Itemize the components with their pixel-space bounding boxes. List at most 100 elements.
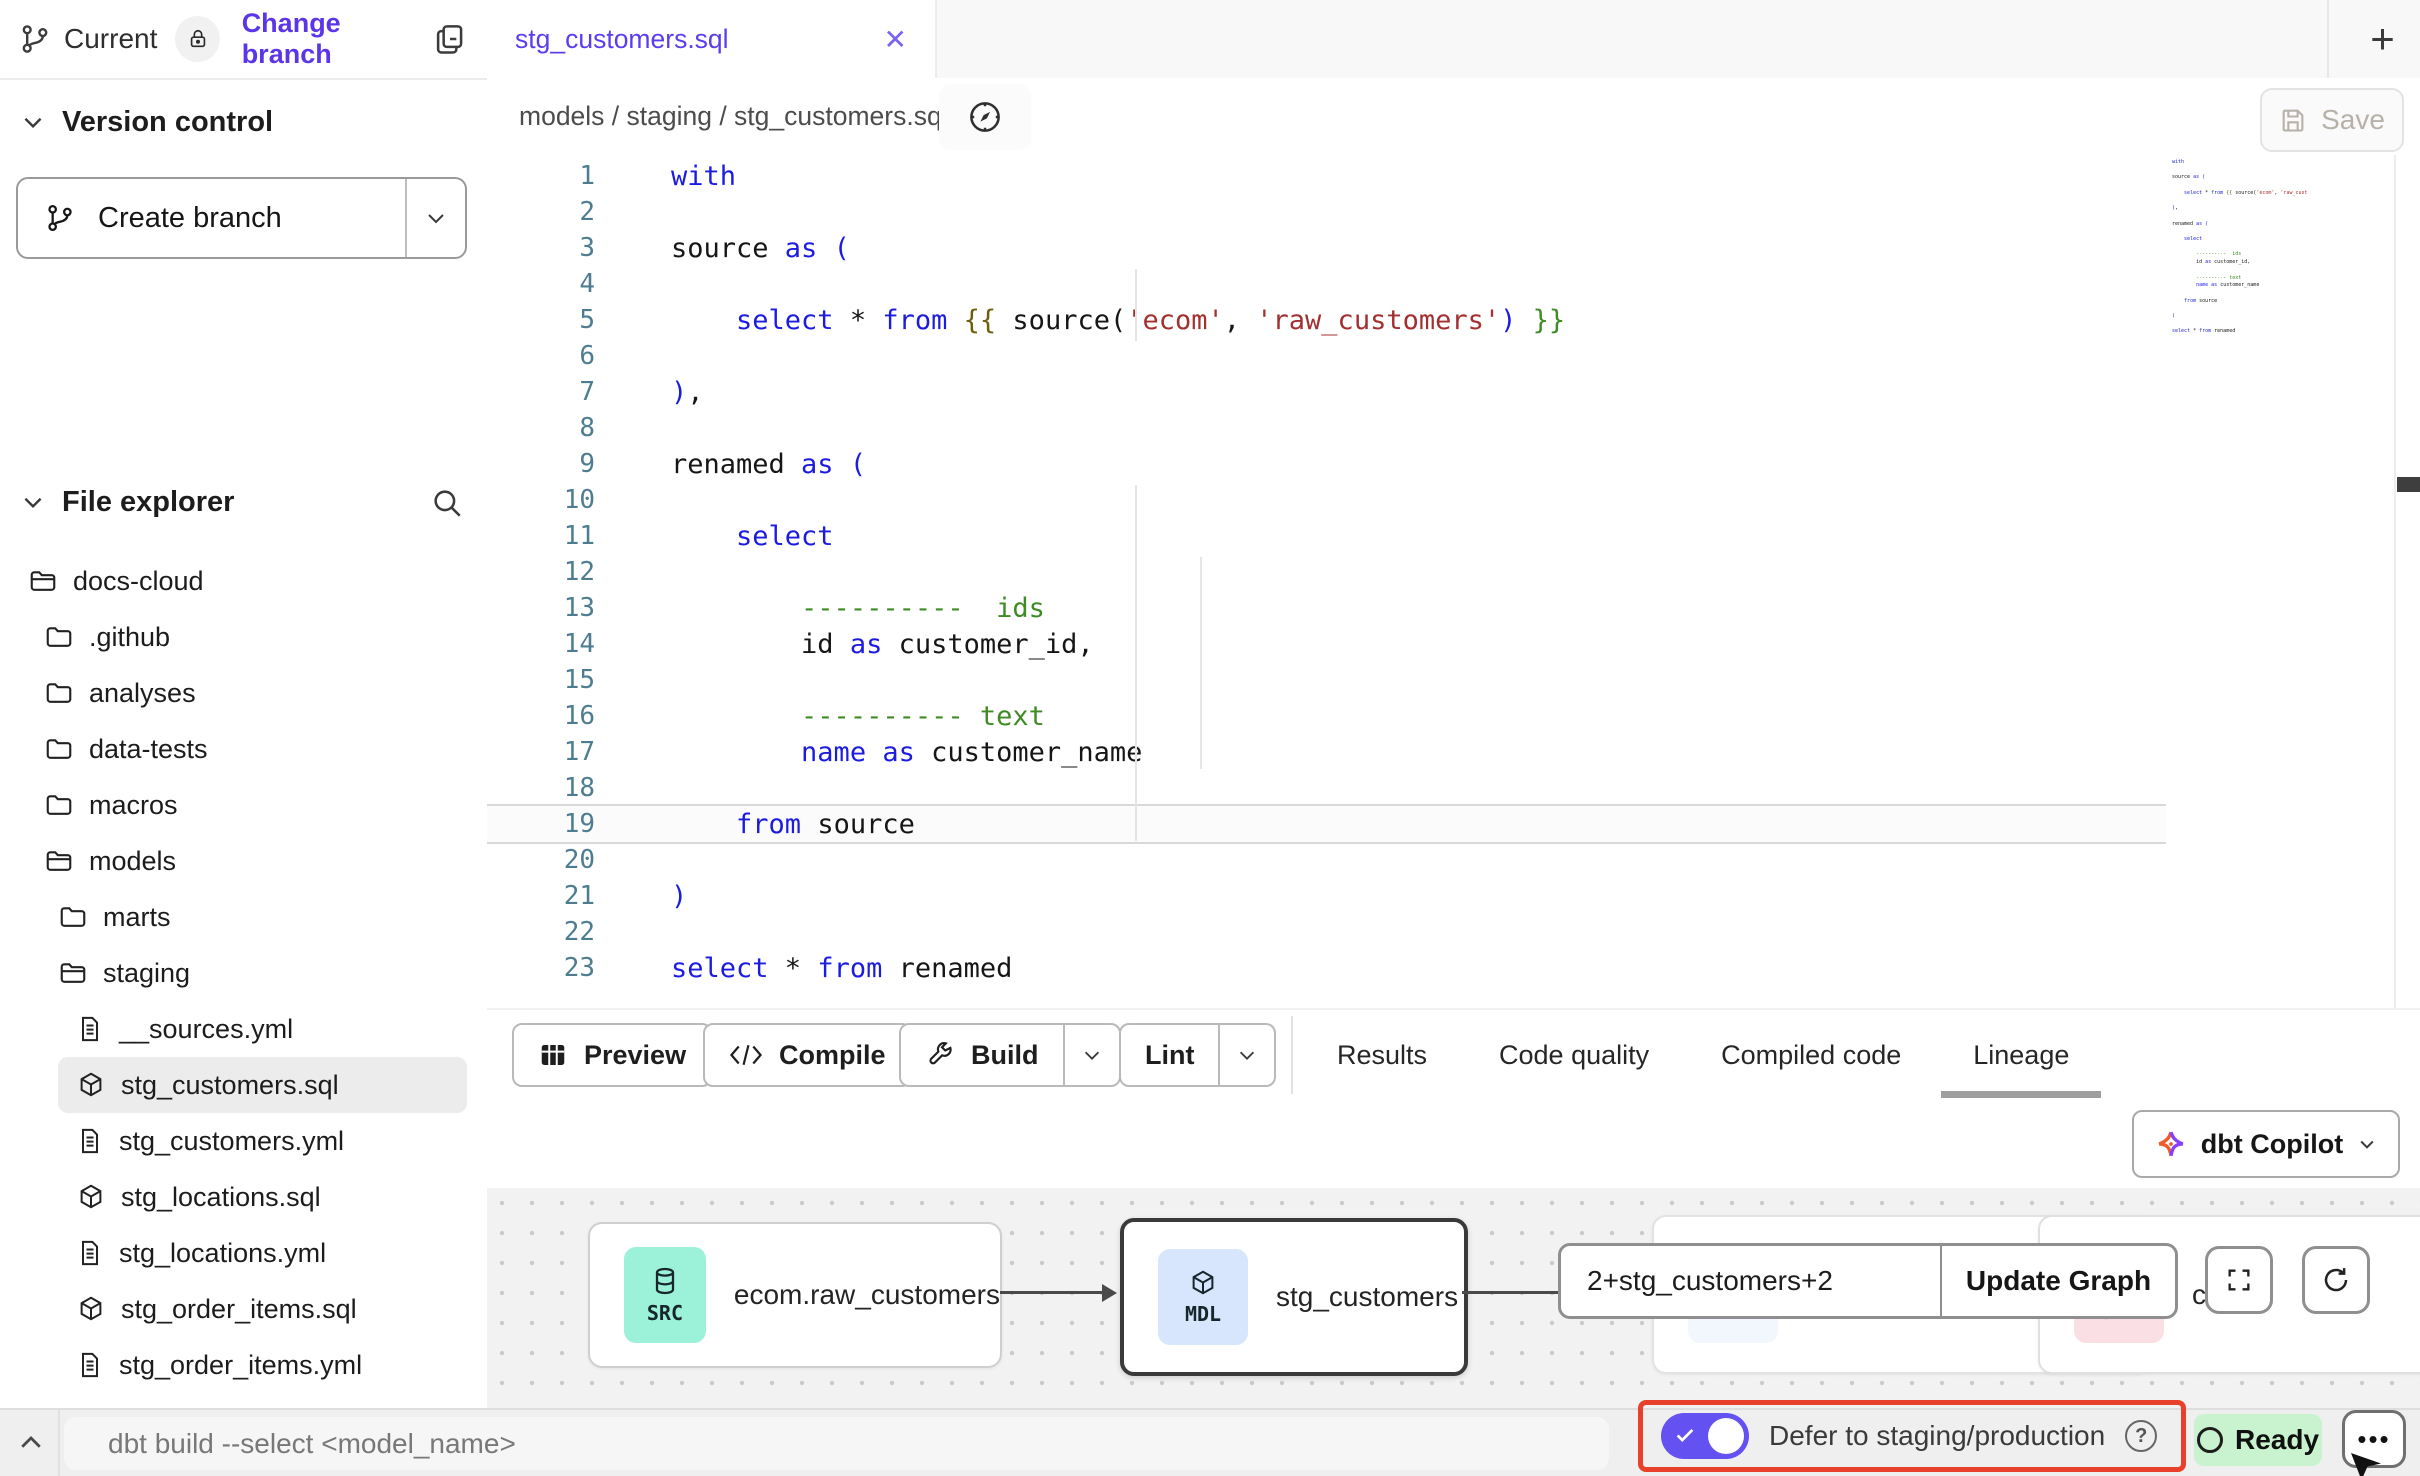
check-icon	[1674, 1424, 1696, 1446]
wrench-icon	[925, 1040, 955, 1070]
tab-code-quality[interactable]: Code quality	[1499, 1040, 1649, 1071]
dbt-copilot-label: dbt Copilot	[2201, 1129, 2343, 1160]
file-icon	[76, 1351, 104, 1379]
code-line-5[interactable]: 5 select * from {{ source('ecom', 'raw_c…	[487, 302, 2166, 338]
code-line-8[interactable]: 8	[487, 410, 2166, 446]
code-text: ),	[621, 377, 704, 408]
file-explorer-item-analyses[interactable]: analyses	[0, 665, 487, 721]
file-explorer-item-stg-locations-yml[interactable]: stg_locations.yml	[0, 1225, 487, 1281]
line-number: 8	[487, 413, 621, 443]
file-explorer-item--github[interactable]: .github	[0, 609, 487, 665]
minimap[interactable]: with source as ( select * from {{ source…	[2172, 159, 2307, 369]
file-explorer-item-macros[interactable]: macros	[0, 777, 487, 833]
code-line-10[interactable]: 10	[487, 482, 2166, 518]
create-branch-dropdown[interactable]	[405, 179, 465, 257]
file-label: stg_locations.sql	[121, 1182, 321, 1213]
fullscreen-icon	[2225, 1266, 2253, 1294]
search-icon[interactable]	[430, 486, 464, 520]
code-line-12[interactable]: 12	[487, 554, 2166, 590]
create-branch-main[interactable]: Create branch	[18, 202, 405, 235]
node-label: ecom.raw_customers	[734, 1279, 1000, 1311]
chevron-down-icon	[20, 489, 46, 515]
code-editor[interactable]: 1with23source as (45 select * from {{ so…	[487, 155, 2420, 1008]
code-line-13[interactable]: 13 ---------- ids	[487, 590, 2166, 626]
code-line-23[interactable]: 23select * from renamed	[487, 950, 2166, 986]
code-line-7[interactable]: 7),	[487, 374, 2166, 410]
code-line-9[interactable]: 9renamed as (	[487, 446, 2166, 482]
lint-dropdown[interactable]	[1218, 1025, 1274, 1085]
build-dropdown[interactable]	[1063, 1025, 1119, 1085]
code-line-4[interactable]: 4	[487, 266, 2166, 302]
scrollbar-thumb[interactable]	[2397, 477, 2420, 492]
line-number: 6	[487, 341, 621, 371]
code-text: select * from renamed	[621, 953, 1012, 984]
code-line-6[interactable]: 6	[487, 338, 2166, 374]
preview-button[interactable]: Preview	[512, 1023, 712, 1087]
code-line-20[interactable]: 20	[487, 842, 2166, 878]
minimap-line: ---------- ids	[2172, 251, 2307, 259]
line-number: 10	[487, 485, 621, 515]
code-line-22[interactable]: 22	[487, 914, 2166, 950]
build-button[interactable]: Build	[899, 1023, 1121, 1087]
file-explorer-item-stg-locations-sql[interactable]: stg_locations.sql	[0, 1169, 487, 1225]
line-number: 2	[487, 197, 621, 227]
create-branch-button[interactable]: Create branch	[16, 177, 467, 259]
tab-results[interactable]: Results	[1337, 1040, 1427, 1071]
line-number: 16	[487, 701, 621, 731]
change-branch-link[interactable]: Change branch	[242, 8, 431, 70]
file-explorer-item-models[interactable]: models	[0, 833, 487, 889]
code-line-14[interactable]: 14 id as customer_id,	[487, 626, 2166, 662]
file-explorer-item-stg-order-items-sql[interactable]: stg_order_items.sql	[0, 1281, 487, 1337]
lineage-selector-input[interactable]: 2+stg_customers+2	[1561, 1246, 1940, 1316]
minimap-line	[2172, 182, 2307, 190]
code-line-3[interactable]: 3source as (	[487, 230, 2166, 266]
defer-toggle[interactable]	[1661, 1413, 1749, 1459]
dbt-copilot-button[interactable]: dbt Copilot	[2132, 1110, 2400, 1178]
lint-button[interactable]: Lint	[1119, 1023, 1276, 1087]
file-explorer-item-marts[interactable]: marts	[0, 889, 487, 945]
lineage-canvas[interactable]: SRC ecom.raw_customers MDL stg_customers…	[487, 1188, 2420, 1408]
code-line-2[interactable]: 2	[487, 194, 2166, 230]
file-explorer-header[interactable]: File explorer	[20, 480, 234, 524]
refresh-button[interactable]	[2302, 1246, 2370, 1314]
open-in-docs-button[interactable]	[939, 84, 1031, 150]
file-explorer-item-docs-cloud[interactable]: docs-cloud	[0, 553, 487, 609]
help-icon[interactable]: ?	[2125, 1420, 2157, 1452]
code-line-1[interactable]: 1with	[487, 158, 2166, 194]
scrollbar-rail	[2394, 155, 2396, 1008]
code-line-18[interactable]: 18	[487, 770, 2166, 806]
file-label: docs-cloud	[73, 566, 204, 597]
file-explorer-item--sources-yml[interactable]: __sources.yml	[0, 1001, 487, 1057]
tab-compiled-code[interactable]: Compiled code	[1721, 1040, 1901, 1071]
lineage-node-stg-customers[interactable]: MDL stg_customers	[1120, 1218, 1468, 1376]
update-graph-button[interactable]: Update Graph	[1940, 1246, 2175, 1316]
file-explorer-item-stg-customers-sql[interactable]: stg_customers.sql	[58, 1057, 467, 1113]
code-line-11[interactable]: 11 select	[487, 518, 2166, 554]
dbt-command-input[interactable]: dbt build --select <model_name>	[64, 1417, 1609, 1470]
file-explorer-item-data-tests[interactable]: data-tests	[0, 721, 487, 777]
tab-stg-customers-sql[interactable]: stg_customers.sql ✕	[487, 0, 937, 78]
mouse-cursor	[2348, 1450, 2384, 1476]
code-line-21[interactable]: 21)	[487, 878, 2166, 914]
code-line-19[interactable]: 19 from source	[487, 806, 2166, 842]
compile-button[interactable]: Compile	[703, 1023, 912, 1087]
version-control-header[interactable]: Version control	[20, 100, 273, 144]
new-tab-button[interactable]: +	[2345, 0, 2420, 78]
copy-icon[interactable]	[431, 20, 469, 58]
minimap-line	[2172, 228, 2307, 236]
file-explorer-item-stg-order-items-yml[interactable]: stg_order_items.yml	[0, 1337, 487, 1393]
code-line-16[interactable]: 16 ---------- text	[487, 698, 2166, 734]
fullscreen-button[interactable]	[2205, 1246, 2273, 1314]
file-explorer-item-staging[interactable]: staging	[0, 945, 487, 1001]
save-button[interactable]: Save	[2260, 88, 2404, 152]
lineage-node-source[interactable]: SRC ecom.raw_customers	[588, 1222, 1002, 1368]
file-explorer-item-stg-customers-yml[interactable]: stg_customers.yml	[0, 1113, 487, 1169]
code-line-15[interactable]: 15	[487, 662, 2166, 698]
collapse-panel-icon[interactable]	[16, 1428, 46, 1458]
model-cube-icon	[76, 1294, 106, 1324]
code-line-17[interactable]: 17 name as customer_name	[487, 734, 2166, 770]
close-tab-icon[interactable]: ✕	[884, 23, 907, 56]
line-number: 18	[487, 773, 621, 803]
tab-lineage[interactable]: Lineage	[1973, 1040, 2069, 1071]
minimap-line: with	[2172, 159, 2307, 167]
